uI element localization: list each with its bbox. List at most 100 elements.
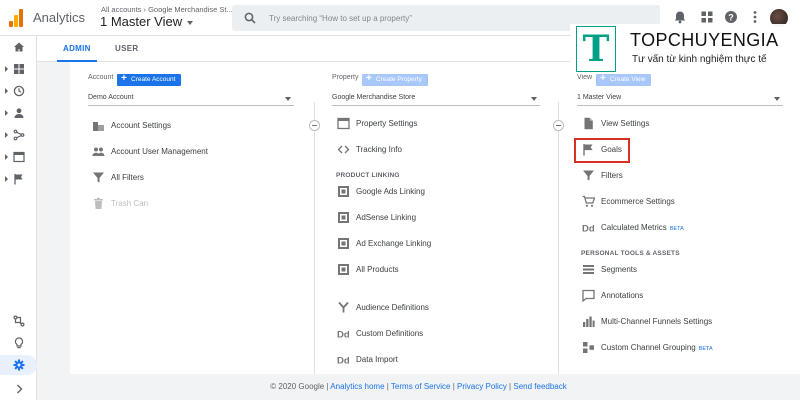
all-products-label: All Products bbox=[356, 265, 399, 274]
analytics-logo[interactable] bbox=[9, 9, 23, 27]
expand-arrow-icon bbox=[5, 110, 8, 116]
account-settings-label: Account Settings bbox=[111, 121, 172, 130]
nav-conversions[interactable] bbox=[0, 169, 37, 189]
footer-link-privacy[interactable]: Privacy Policy bbox=[457, 382, 507, 391]
calculated-metrics-text: Calculated Metrics bbox=[601, 223, 667, 232]
search-icon bbox=[244, 12, 256, 24]
dd-icon: Dd bbox=[337, 330, 350, 341]
nav-home[interactable] bbox=[0, 37, 37, 57]
ecommerce-settings-label: Ecommerce Settings bbox=[601, 197, 675, 206]
nav-behavior[interactable] bbox=[0, 147, 37, 167]
nav-admin[interactable] bbox=[0, 355, 37, 375]
filter-icon bbox=[93, 172, 104, 183]
app-name: Analytics bbox=[33, 10, 86, 25]
filters-label: Filters bbox=[601, 171, 623, 180]
property-settings-label: Property Settings bbox=[356, 119, 418, 128]
nav-acquisition[interactable] bbox=[0, 125, 37, 145]
grouping-icon bbox=[583, 342, 594, 353]
nav-attribution[interactable] bbox=[0, 311, 37, 331]
view-title: 1 Master View bbox=[100, 14, 183, 29]
help-icon[interactable]: ? bbox=[724, 10, 738, 24]
flag-icon bbox=[14, 174, 23, 185]
chevron-down-icon bbox=[187, 20, 194, 25]
beta-badge: BETA bbox=[669, 226, 684, 232]
chevron-right-icon bbox=[17, 384, 23, 394]
footer-link-analytics-home[interactable]: Analytics home bbox=[330, 382, 384, 391]
clock-icon bbox=[13, 85, 25, 97]
expand-arrow-icon bbox=[5, 176, 8, 182]
watermark-logo: T bbox=[576, 26, 616, 72]
collapse-icon[interactable] bbox=[553, 120, 564, 131]
cart-icon bbox=[582, 195, 595, 207]
create-account-button[interactable]: Create Account bbox=[117, 73, 182, 86]
building-icon bbox=[93, 122, 104, 131]
tracking-info-label: Tracking Info bbox=[356, 145, 402, 154]
column-divider bbox=[553, 102, 564, 374]
bell-icon[interactable] bbox=[673, 10, 687, 24]
nav-realtime[interactable] bbox=[0, 81, 37, 101]
svg-text:Dd: Dd bbox=[337, 330, 350, 341]
tab-admin[interactable]: ADMIN bbox=[63, 44, 91, 53]
admin-panel: Account Create Account Demo Account Acco… bbox=[70, 62, 800, 374]
dropdown-arrow-icon bbox=[285, 97, 291, 101]
window-icon bbox=[337, 117, 350, 130]
nav-discover[interactable] bbox=[0, 333, 37, 353]
breadcrumb[interactable]: All accounts › Google Merchandise St... bbox=[101, 5, 233, 14]
trash-can-label: Trash Can bbox=[111, 199, 149, 208]
dd-icon: Dd bbox=[582, 224, 595, 235]
personal-tools-heading: PERSONAL TOOLS & ASSETS bbox=[581, 250, 680, 257]
link-grid-icon bbox=[338, 186, 349, 197]
nav-expand[interactable] bbox=[0, 379, 37, 399]
beta-badge: BETA bbox=[698, 346, 713, 352]
create-view-button[interactable]: Create View bbox=[596, 73, 652, 86]
person-icon bbox=[14, 108, 24, 118]
link-grid-icon bbox=[338, 238, 349, 249]
footer-link-terms[interactable]: Terms of Service bbox=[391, 382, 451, 391]
all-filters-label: All Filters bbox=[111, 173, 144, 182]
view-settings-label: View Settings bbox=[601, 119, 650, 128]
behavior-icon bbox=[13, 151, 25, 163]
view-header: View bbox=[577, 74, 593, 81]
trash-icon bbox=[94, 197, 103, 209]
dashboard-icon bbox=[14, 64, 24, 74]
custom-channel-grouping-text: Custom Channel Grouping bbox=[601, 343, 696, 352]
footer: © 2020 Google | Analytics home | Terms o… bbox=[37, 374, 800, 400]
footer-link-feedback[interactable]: Send feedback bbox=[513, 382, 566, 391]
ad-exchange-linking-label: Ad Exchange Linking bbox=[356, 239, 432, 248]
product-linking-heading: PRODUCT LINKING bbox=[336, 172, 400, 179]
dd-icon: Dd bbox=[337, 356, 350, 367]
audience-definitions-label: Audience Definitions bbox=[356, 303, 429, 312]
view-selector[interactable]: 1 Master View bbox=[100, 14, 194, 29]
multi-channel-label: Multi-Channel Funnels Settings bbox=[601, 317, 713, 326]
acquisition-icon bbox=[13, 129, 25, 141]
attribution-icon bbox=[13, 315, 25, 327]
segments-label: Segments bbox=[601, 265, 638, 274]
svg-text:Dd: Dd bbox=[582, 224, 595, 235]
tab-user[interactable]: USER bbox=[115, 44, 138, 53]
view-dropdown[interactable]: 1 Master View bbox=[577, 94, 783, 106]
account-header: Account bbox=[88, 74, 114, 81]
link-grid-icon bbox=[338, 212, 349, 223]
nav-audience[interactable] bbox=[0, 103, 37, 123]
create-property-button[interactable]: Create Property bbox=[362, 73, 428, 86]
more-vert-icon[interactable] bbox=[748, 10, 762, 24]
apps-grid-icon[interactable] bbox=[700, 10, 714, 24]
bar-chart-icon bbox=[583, 316, 595, 327]
home-icon bbox=[14, 42, 24, 52]
expand-arrow-icon bbox=[5, 88, 8, 94]
watermark-brand: TOPCHUYENGIA bbox=[630, 30, 779, 50]
expand-arrow-icon bbox=[5, 154, 8, 160]
adsense-linking-label: AdSense Linking bbox=[356, 213, 417, 222]
nav-customization[interactable] bbox=[0, 59, 37, 79]
annotations-label: Annotations bbox=[601, 291, 644, 300]
collapse-icon[interactable] bbox=[309, 120, 320, 131]
expand-arrow-icon bbox=[5, 132, 8, 138]
footer-copyright: © 2020 Google | bbox=[270, 382, 331, 391]
expand-arrow-icon bbox=[5, 66, 8, 72]
property-selected: Google Merchandise Store bbox=[332, 94, 416, 101]
dropdown-arrow-icon bbox=[531, 97, 537, 101]
goals-highlight-box bbox=[574, 138, 630, 163]
property-selector[interactable]: Google Merchandise Store bbox=[332, 94, 540, 106]
account-selector[interactable]: Demo Account bbox=[88, 94, 294, 106]
watermark-tagline: Tư vấn từ kinh nghiệm thực tế bbox=[632, 54, 767, 65]
